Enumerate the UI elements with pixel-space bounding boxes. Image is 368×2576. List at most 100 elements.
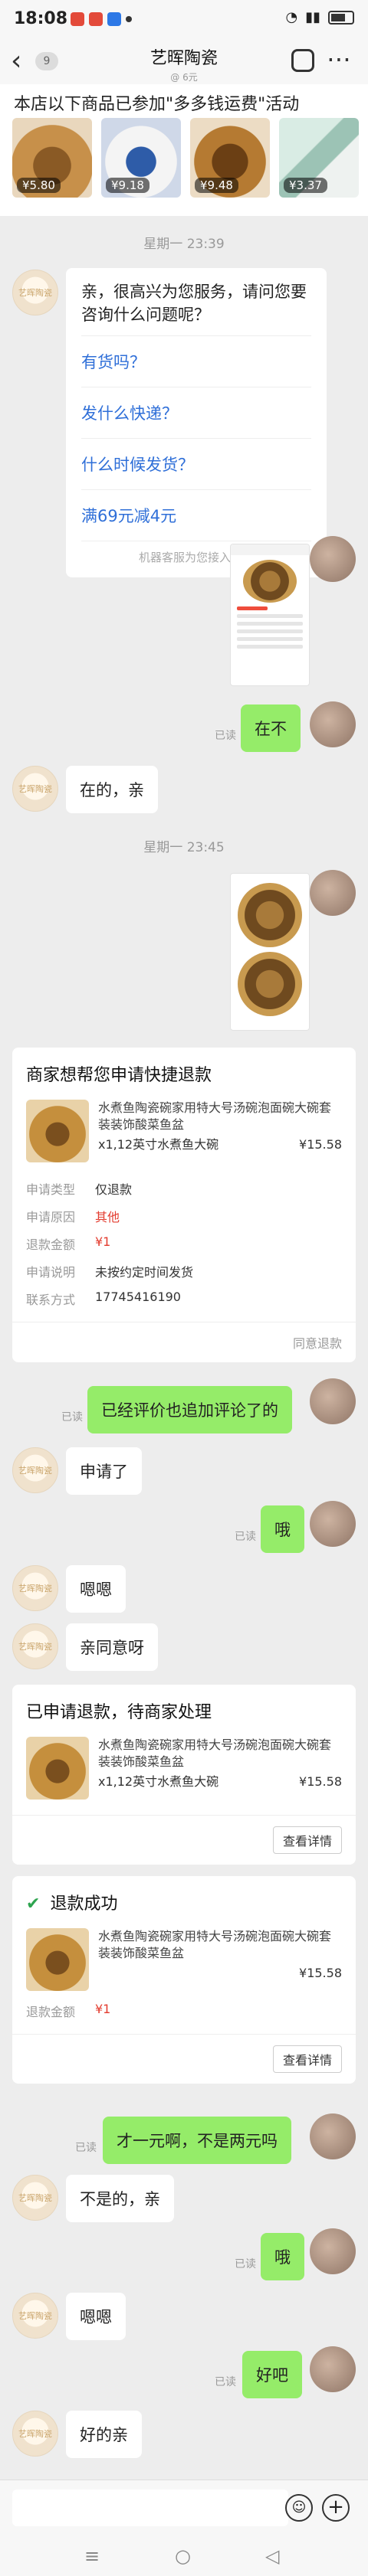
value: 仅退款 bbox=[95, 1182, 133, 1197]
product-title: 水煮鱼陶瓷碗家用特大号汤碗泡面碗大碗套装装饰酸菜鱼盆 bbox=[98, 1100, 332, 1132]
message-bubble-in: 嗯嗯 bbox=[66, 2293, 126, 2340]
shop-avatar[interactable]: 艺晖陶瓷 bbox=[12, 1565, 58, 1611]
chat-title[interactable]: 艺晖陶瓷 @ 6元 bbox=[107, 44, 261, 83]
user-avatar[interactable] bbox=[310, 2346, 356, 2392]
shop-avatar[interactable]: 艺晖陶瓷 bbox=[12, 766, 58, 812]
message-bubble-out: 在不 bbox=[241, 704, 301, 752]
more-icon[interactable]: ⋯ bbox=[327, 44, 353, 74]
battery-icon bbox=[328, 10, 354, 25]
faq-question[interactable]: 有货吗？ bbox=[81, 335, 311, 387]
promo-banner: 本店以下商品已参加"多多钱运费"活动 ¥5.80 ¥9.18 ¥9.48 ¥3.… bbox=[0, 84, 368, 216]
label: 退款金额 bbox=[26, 1237, 76, 1252]
product-thumbnail bbox=[26, 1737, 89, 1800]
plus-icon[interactable]: + bbox=[322, 2494, 350, 2522]
back-nav-icon[interactable]: ◁ bbox=[265, 2545, 279, 2567]
app-notification-icon bbox=[71, 12, 84, 26]
user-avatar[interactable] bbox=[310, 701, 356, 747]
faq-greeting: 亲，很高兴为您服务，请问您要咨询什么问题呢？ bbox=[81, 283, 307, 324]
promo-item[interactable]: ¥3.37 bbox=[279, 118, 359, 198]
user-avatar[interactable] bbox=[310, 870, 356, 916]
emoji-icon[interactable]: ☺ bbox=[285, 2494, 313, 2522]
contact-row: 联系方式 17745416190 bbox=[12, 1285, 356, 1313]
input-bar: ☺ + bbox=[0, 2480, 368, 2535]
faq-question[interactable]: 什么时候发货？ bbox=[81, 438, 311, 489]
agree-refund-button[interactable]: 同意退款 bbox=[293, 1336, 342, 1351]
app-notification-icon bbox=[107, 12, 121, 26]
refund-note-row: 申请说明 未按约定时间发货 bbox=[12, 1257, 356, 1285]
product-price: ¥15.58 bbox=[299, 1774, 342, 1789]
home-nav-icon[interactable]: ○ bbox=[175, 2545, 191, 2567]
promo-price: ¥5.80 bbox=[17, 178, 61, 193]
image-message[interactable] bbox=[230, 873, 310, 1031]
shop-avatar[interactable]: 艺晖陶瓷 bbox=[12, 2293, 58, 2339]
promo-price: ¥3.37 bbox=[284, 178, 327, 193]
user-avatar[interactable] bbox=[310, 2228, 356, 2274]
user-avatar[interactable] bbox=[310, 1378, 356, 1424]
shop-avatar[interactable]: 艺晖陶瓷 bbox=[12, 1623, 58, 1669]
message-input[interactable] bbox=[12, 2489, 288, 2526]
shop-avatar[interactable]: 艺晖陶瓷 bbox=[12, 270, 58, 315]
faq-question[interactable]: 满69元减4元 bbox=[81, 489, 311, 541]
label: 申请说明 bbox=[26, 1265, 76, 1280]
unread-count-badge: 9 bbox=[35, 52, 58, 70]
message-bubble-in: 亲同意呀 bbox=[66, 1623, 158, 1671]
value: 17745416190 bbox=[95, 1290, 181, 1304]
message-bubble-in: 不是的，亲 bbox=[66, 2175, 174, 2222]
message-bubble-in: 在的，亲 bbox=[66, 766, 158, 813]
promo-item[interactable]: ¥5.80 bbox=[12, 118, 92, 198]
view-details-button[interactable]: 查看详情 bbox=[272, 1826, 342, 1854]
value: 未按约定时间发货 bbox=[95, 1265, 194, 1280]
signal-icon: ▮▮ bbox=[305, 9, 320, 25]
status-time: 18:08 bbox=[14, 9, 68, 28]
message-bubble-out: 哦 bbox=[261, 1505, 304, 1553]
message-bubble-in: 嗯嗯 bbox=[66, 1565, 126, 1613]
product-row[interactable]: 水煮鱼陶瓷碗家用特大号汤碗泡面碗大碗套装装饰酸菜鱼盆 x1,12英寸水煮鱼大碗 … bbox=[12, 1093, 356, 1169]
back-icon[interactable]: ‹ bbox=[11, 46, 21, 77]
refund-reason-row: 申请原因 其他 bbox=[12, 1202, 356, 1230]
refund-amount-row: 退款金额 ¥1 bbox=[12, 1997, 356, 2025]
value: 其他 bbox=[95, 1210, 120, 1224]
product-title: 水煮鱼陶瓷碗家用特大号汤碗泡面碗大碗套装装饰酸菜鱼盆 bbox=[98, 1929, 332, 1960]
product-row[interactable]: 水煮鱼陶瓷碗家用特大号汤碗泡面碗大碗套装装饰酸菜鱼盆 ¥15.58 bbox=[12, 1922, 356, 1997]
timestamp: 星期一 23:39 bbox=[143, 237, 225, 252]
user-avatar[interactable] bbox=[310, 2113, 356, 2159]
shop-icon[interactable] bbox=[291, 49, 314, 72]
shop-avatar[interactable]: 艺晖陶瓷 bbox=[12, 2175, 58, 2221]
promo-title: 本店以下商品已参加"多多钱运费"活动 bbox=[14, 95, 300, 114]
promo-item[interactable]: ¥9.48 bbox=[190, 118, 270, 198]
system-nav-bar: ≡ ○ ◁ bbox=[0, 2535, 368, 2576]
value: ¥1 bbox=[95, 1234, 111, 1249]
message-bubble-out: 才一元啊，不是两元吗 bbox=[103, 2117, 291, 2164]
app-notification-icon bbox=[89, 12, 103, 26]
promo-item[interactable]: ¥9.18 bbox=[101, 118, 181, 198]
refund-amount-row: 退款金额 ¥1 bbox=[12, 1230, 356, 1257]
faq-question[interactable]: 发什么快递？ bbox=[81, 387, 311, 438]
menu-nav-icon[interactable]: ≡ bbox=[84, 2545, 100, 2567]
image-message[interactable] bbox=[230, 544, 310, 686]
product-row[interactable]: 水煮鱼陶瓷碗家用特大号汤碗泡面碗大碗套装装饰酸菜鱼盆 x1,12英寸水煮鱼大碗 … bbox=[12, 1731, 356, 1806]
product-spec: x1,12英寸水煮鱼大碗 bbox=[98, 1774, 219, 1789]
read-status: 已读 bbox=[61, 1411, 83, 1424]
shop-subtitle: @ 6元 bbox=[170, 72, 198, 83]
shop-avatar[interactable]: 艺晖陶瓷 bbox=[12, 1447, 58, 1493]
user-avatar[interactable] bbox=[310, 536, 356, 582]
shop-avatar[interactable]: 艺晖陶瓷 bbox=[12, 2411, 58, 2457]
product-price: ¥15.58 bbox=[299, 1966, 342, 1980]
label: 申请类型 bbox=[26, 1182, 76, 1197]
promo-price: ¥9.18 bbox=[106, 178, 150, 193]
value: ¥1 bbox=[95, 2002, 111, 2016]
view-details-button[interactable]: 查看详情 bbox=[272, 2045, 342, 2073]
label: 联系方式 bbox=[26, 1293, 76, 1307]
promo-price: ¥9.48 bbox=[195, 178, 238, 193]
card-title: 商家想帮您申请快捷退款 bbox=[26, 1066, 212, 1085]
product-thumbnail bbox=[26, 1100, 89, 1162]
refund-status-card: 已申请退款，待商家处理 水煮鱼陶瓷碗家用特大号汤碗泡面碗大碗套装装饰酸菜鱼盆 x… bbox=[12, 1685, 356, 1865]
label: 退款金额 bbox=[26, 2005, 76, 2019]
read-status: 已读 bbox=[235, 1531, 256, 1543]
notification-icons bbox=[71, 12, 132, 26]
status-bar: 18:08 ◔ ▮▮ bbox=[0, 0, 368, 40]
refund-type-row: 申请类型 仅退款 bbox=[12, 1175, 356, 1202]
check-circle-icon: ✔ bbox=[26, 1894, 41, 1914]
message-bubble-in: 好的亲 bbox=[66, 2411, 142, 2458]
user-avatar[interactable] bbox=[310, 1501, 356, 1547]
